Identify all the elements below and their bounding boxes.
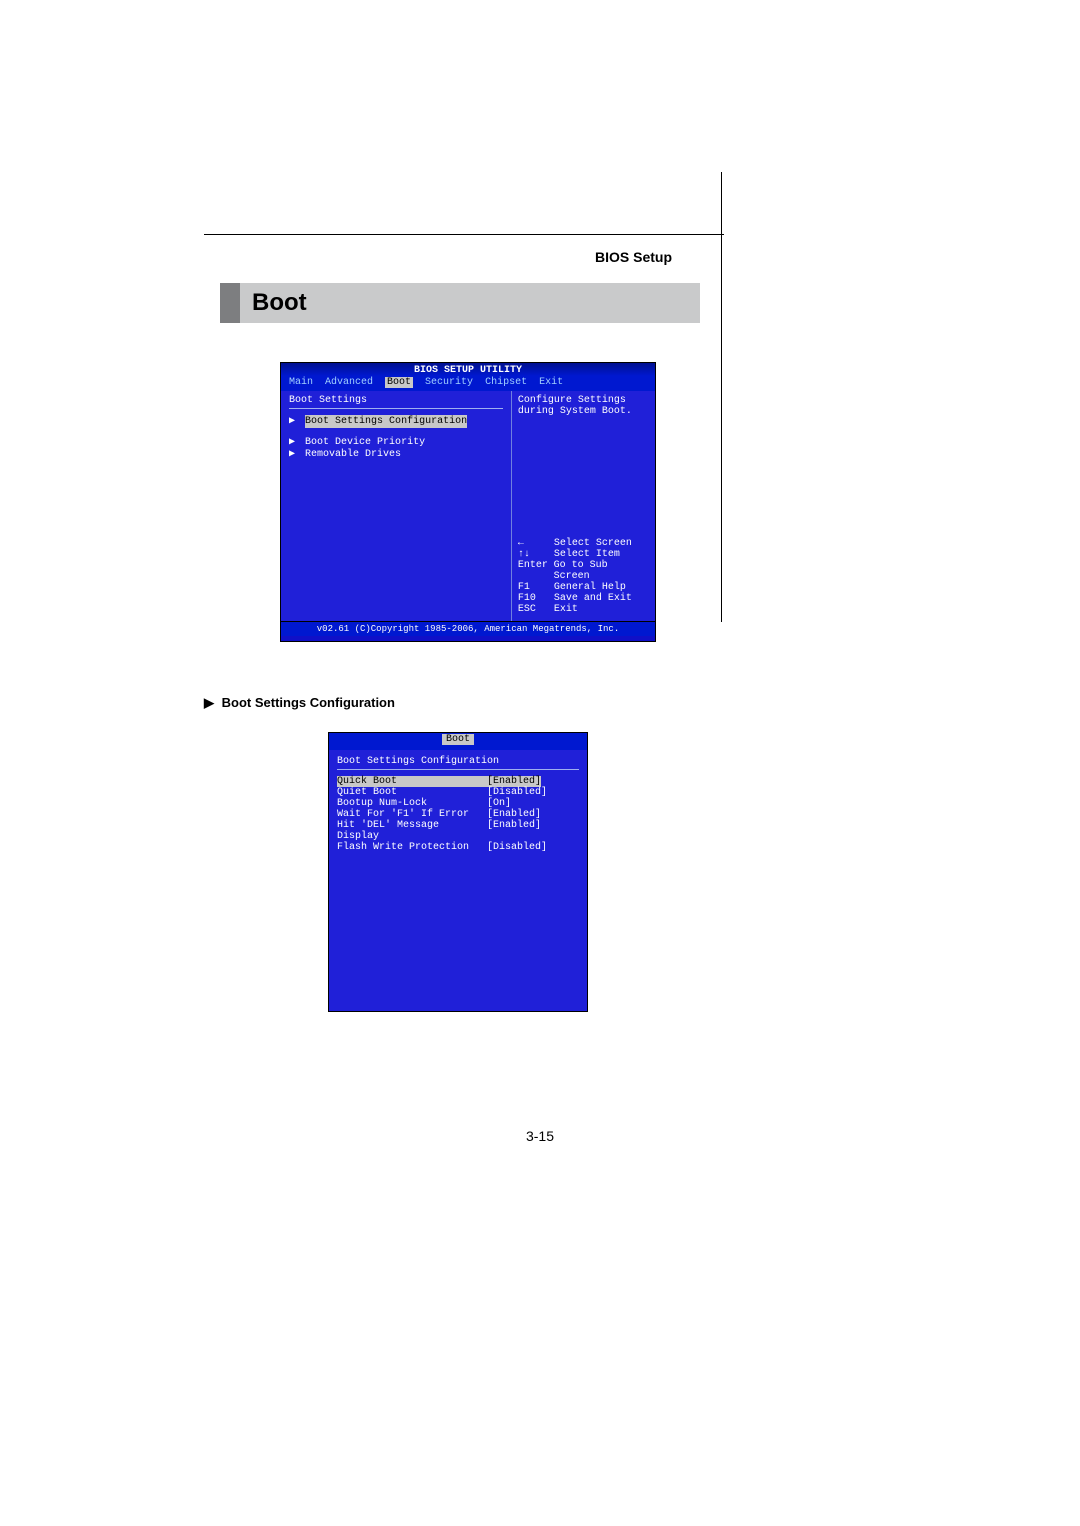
bios-key: Enter <box>518 560 554 582</box>
bios2-row[interactable]: Quick Boot [Enabled] <box>337 776 579 787</box>
bios-tab-chipset[interactable]: Chipset <box>485 377 527 388</box>
bios-key-desc: Go to Sub Screen <box>554 560 649 582</box>
bios-key: F10 <box>518 593 554 604</box>
bios2-row-value: [Disabled] <box>487 787 547 798</box>
triangle-right-icon: ▶ <box>289 449 295 460</box>
subsection-title: Boot Settings Configuration <box>222 695 395 710</box>
bios2-row-label: Hit 'DEL' Message Display <box>337 820 487 842</box>
bios2-tab: Boot <box>442 734 474 745</box>
document-page: BIOS Setup Boot BIOS SETUP UTILITY Main … <box>0 0 1080 1526</box>
bios-footer: v02.61 (C)Copyright 1985-2006, American … <box>281 621 655 636</box>
bios-key: F1 <box>518 582 554 593</box>
bios2-row-value: [On] <box>487 798 511 809</box>
bios-key-desc: Select Item <box>554 549 620 560</box>
bios-menu-label: Boot Settings Configuration <box>305 415 467 428</box>
page-section-label: BIOS Setup <box>595 249 672 265</box>
bios-menu-item[interactable]: ▶ Boot Settings Configuration <box>289 415 503 428</box>
bios-left-divider <box>289 408 503 409</box>
bios-key-row: ↑↓ Select Item <box>518 549 649 560</box>
bios-body: Boot Settings ▶ Boot Settings Configurat… <box>281 391 655 621</box>
bios-menu-item[interactable]: ▶ Boot Device Priority <box>289 436 503 448</box>
bios2-row-label: Flash Write Protection <box>337 842 487 853</box>
bios-key-desc: General Help <box>554 582 626 593</box>
triangle-right-icon: ▶ <box>204 695 214 711</box>
bios2-row-value: [Disabled] <box>487 842 547 853</box>
bios-tab-advanced[interactable]: Advanced <box>325 377 373 388</box>
bios-screenshot-main: BIOS SETUP UTILITY Main Advanced Boot Se… <box>280 362 656 642</box>
bios2-body: Boot Settings Configuration Quick Boot [… <box>329 750 587 859</box>
vertical-divider <box>721 172 722 622</box>
bios-key-row: Enter Go to Sub Screen <box>518 560 649 582</box>
bios-key: ESC <box>518 604 554 615</box>
bios2-row-label: Quiet Boot <box>337 787 487 798</box>
bios-key-list: ← Select Screen ↑↓ Select Item Enter Go … <box>518 538 649 615</box>
bios-key-desc: Exit <box>554 604 578 615</box>
bios2-row[interactable]: Quiet Boot [Disabled] <box>337 787 579 798</box>
bios-tab-security[interactable]: Security <box>425 377 473 388</box>
triangle-right-icon: ▶ <box>289 416 295 427</box>
bios-left-heading: Boot Settings <box>289 395 503 406</box>
triangle-right-icon: ▶ <box>289 437 295 448</box>
bios2-row-label: Wait For 'F1' If Error <box>337 809 487 820</box>
bios-tab-main[interactable]: Main <box>289 377 313 388</box>
bios-menu-item[interactable]: ▶ Removable Drives <box>289 448 503 460</box>
bios2-heading: Boot Settings Configuration <box>337 756 579 767</box>
horizontal-rule <box>204 234 724 235</box>
bios-screenshot-sub: Boot Boot Settings Configuration Quick B… <box>328 732 588 1012</box>
bios-key-row: ← Select Screen <box>518 538 649 549</box>
bios2-row[interactable]: Bootup Num-Lock [On] <box>337 798 579 809</box>
bios-key-row: F1 General Help <box>518 582 649 593</box>
bios-key-desc: Select Screen <box>554 538 632 549</box>
bios-help-line: during System Boot. <box>518 406 649 417</box>
bios-key-row: ESC Exit <box>518 604 649 615</box>
bios2-row-value: [Enabled] <box>487 776 541 787</box>
bios2-row-value: [Enabled] <box>487 809 541 820</box>
bios2-divider <box>337 769 579 770</box>
bios-tab-exit[interactable]: Exit <box>539 377 563 388</box>
bios-menu-label: Removable Drives <box>305 448 401 461</box>
bios-title-bar: BIOS SETUP UTILITY <box>281 363 655 376</box>
bios2-row-value: [Enabled] <box>487 820 541 842</box>
bios2-row[interactable]: Wait For 'F1' If Error [Enabled] <box>337 809 579 820</box>
bios-help-line: Configure Settings <box>518 395 649 406</box>
bios2-tabbar: Boot <box>329 733 587 750</box>
section-title: Boot <box>252 289 307 317</box>
page-number: 3-15 <box>0 1128 1080 1144</box>
bios2-row-label: Quick Boot <box>337 776 487 787</box>
bios-help-pane: Configure Settings during System Boot. ←… <box>512 391 655 621</box>
bios2-row[interactable]: Hit 'DEL' Message Display [Enabled] <box>337 820 579 842</box>
banner-accent <box>220 283 240 323</box>
bios2-row-label: Bootup Num-Lock <box>337 798 487 809</box>
bios-tab-boot[interactable]: Boot <box>385 377 413 388</box>
bios-key-desc: Save and Exit <box>554 593 632 604</box>
bios-key-row: F10 Save and Exit <box>518 593 649 604</box>
bios-key: ↑↓ <box>518 549 554 560</box>
spacer <box>289 428 503 436</box>
section-banner: Boot <box>220 283 700 323</box>
bios2-row[interactable]: Flash Write Protection [Disabled] <box>337 842 579 853</box>
bios-key: ← <box>518 538 554 549</box>
bios-tab-row: Main Advanced Boot Security Chipset Exit <box>281 376 655 391</box>
bios-left-pane: Boot Settings ▶ Boot Settings Configurat… <box>281 391 512 621</box>
subsection-heading: ▶ Boot Settings Configuration <box>204 695 395 711</box>
